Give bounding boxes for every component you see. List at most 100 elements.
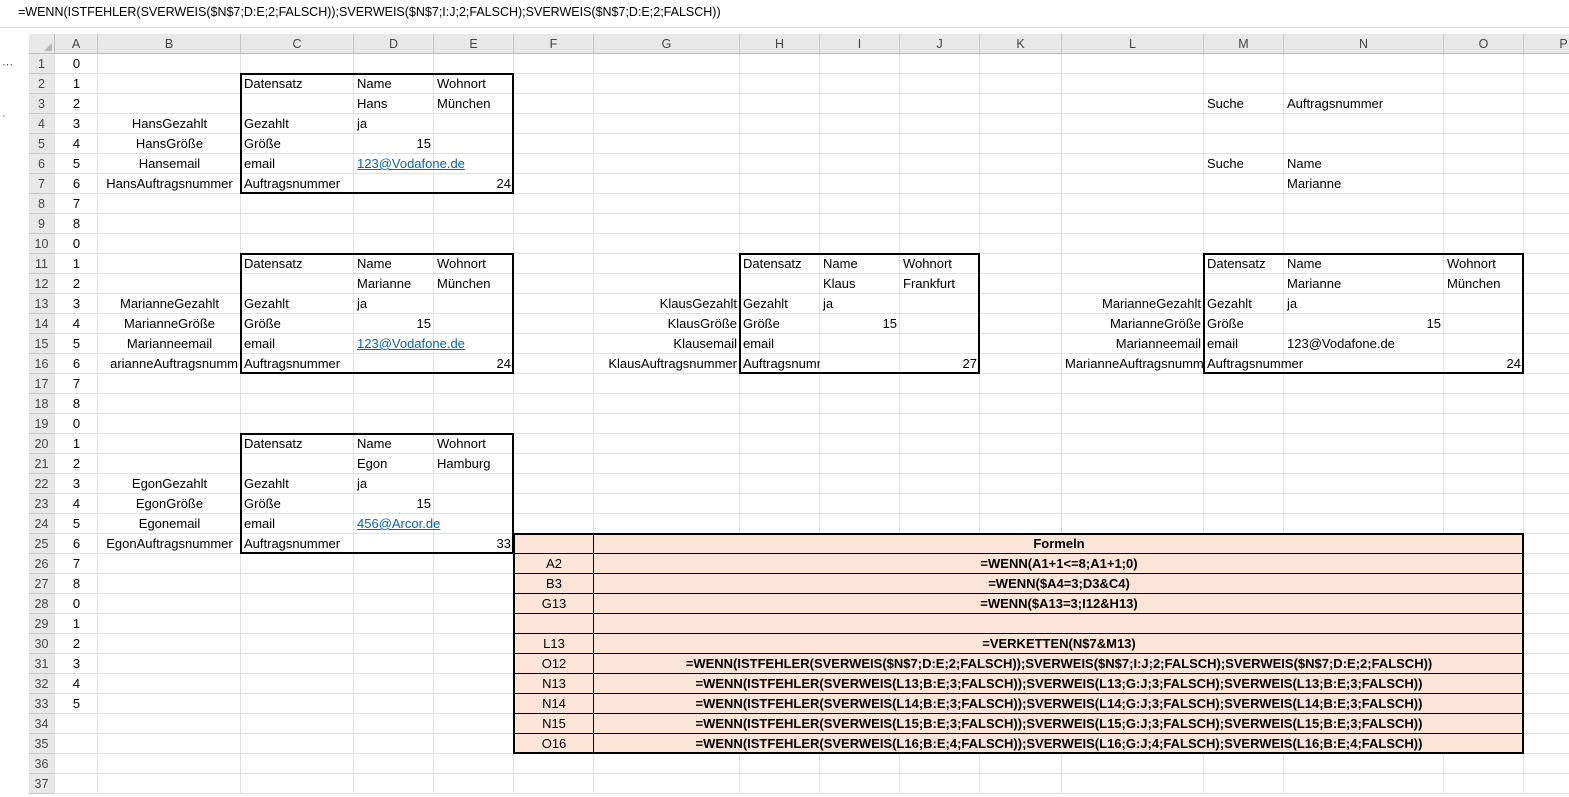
column-header-c[interactable]: C [241, 34, 354, 54]
column-header-g[interactable]: G [594, 34, 740, 54]
row-header-13[interactable]: 13 [29, 294, 55, 314]
hans-name-value[interactable]: Hans [354, 94, 434, 114]
cell-h16[interactable]: Auftragsnummer [740, 354, 820, 374]
cell-a9[interactable]: 8 [55, 214, 98, 234]
marianne-auftrag-value[interactable]: 24 [434, 354, 514, 374]
klaus-gezahlt-key[interactable]: KlausGezahlt [594, 294, 740, 314]
cell-m14[interactable]: Größe [1204, 314, 1284, 334]
cell-c23[interactable]: Größe [241, 494, 354, 514]
row-header-10[interactable]: 10 [29, 234, 55, 254]
hans-gezahlt-key[interactable]: HansGezahlt [98, 114, 241, 134]
formula-ref-8[interactable]: N14 [514, 694, 594, 714]
cell-a26[interactable]: 7 [55, 554, 98, 574]
klaus-groesse-value[interactable]: 15 [820, 314, 900, 334]
row-header-23[interactable]: 23 [29, 494, 55, 514]
cell-a29[interactable]: 1 [55, 614, 98, 634]
cell-a19[interactable]: 0 [55, 414, 98, 434]
formula-text-3[interactable]: =WENN($A13=3;I12&H13) [594, 594, 1524, 614]
egon-auftrag-value[interactable]: 33 [434, 534, 514, 554]
column-header-i[interactable]: I [820, 34, 900, 54]
marianne-name-value[interactable]: Marianne [354, 274, 434, 294]
result-auftrag-value[interactable]: 24 [1444, 354, 1524, 374]
cell-h11[interactable]: Datensatz [740, 254, 820, 274]
search-field-2[interactable]: Name [1284, 154, 1444, 174]
cell-a24[interactable]: 5 [55, 514, 98, 534]
column-header-n[interactable]: N [1284, 34, 1444, 54]
egon-name-value[interactable]: Egon [354, 454, 434, 474]
klaus-gezahlt-value[interactable]: ja [820, 294, 900, 314]
hans-groesse-key[interactable]: HansGröße [98, 134, 241, 154]
cell-c14[interactable]: Größe [241, 314, 354, 334]
cell-a31[interactable]: 3 [55, 654, 98, 674]
cell-c24[interactable]: email [241, 514, 354, 534]
row-header-24[interactable]: 24 [29, 514, 55, 534]
cell-a5[interactable]: 4 [55, 134, 98, 154]
row-header-11[interactable]: 11 [29, 254, 55, 274]
row-header-37[interactable]: 37 [29, 774, 55, 794]
cell-h15[interactable]: email [740, 334, 820, 354]
cell-a20[interactable]: 1 [55, 434, 98, 454]
klaus-wohnort-value[interactable]: Frankfurt [900, 274, 980, 294]
column-header-m[interactable]: M [1204, 34, 1284, 54]
formula-text-4[interactable] [594, 614, 1524, 634]
cell-o11[interactable]: Wohnort [1444, 254, 1524, 274]
marianne-groesse-value[interactable]: 15 [354, 314, 434, 334]
row-header-34[interactable]: 34 [29, 714, 55, 734]
column-header-l[interactable]: L [1062, 34, 1204, 54]
cell-e20[interactable]: Wohnort [434, 434, 514, 454]
cell-d2[interactable]: Name [354, 74, 434, 94]
formula-ref-5[interactable]: L13 [514, 634, 594, 654]
result-name-value[interactable]: Marianne [1284, 274, 1444, 294]
cell-c16[interactable]: Auftragsnummer [241, 354, 354, 374]
cell-c11[interactable]: Datensatz [241, 254, 354, 274]
row-header-33[interactable]: 33 [29, 694, 55, 714]
formula-ref-2[interactable]: B3 [514, 574, 594, 594]
spreadsheet[interactable]: ABCDEFGHIJKLMNOP 1 2 3 4 5 6 7 8 9 10 11 12 13 14 15 16… [29, 34, 1569, 797]
cell-a1[interactable]: 0 [55, 54, 98, 74]
hans-auftrag-value[interactable]: 24 [434, 174, 514, 194]
cell-c6[interactable]: email [241, 154, 354, 174]
result-groesse-value[interactable]: 15 [1284, 314, 1444, 334]
klaus-groesse-key[interactable]: KlausGröße [594, 314, 740, 334]
formula-ref-1[interactable]: A2 [514, 554, 594, 574]
formula-bar[interactable]: =WENN(ISTFEHLER(SVERWEIS($N$7;D:E;2;FALS… [0, 0, 1569, 28]
formula-text-9[interactable]: =WENN(ISTFEHLER(SVERWEIS(L15;B:E;3;FALSC… [594, 714, 1524, 734]
result-gezahlt-key[interactable]: MarianneGezahlt [1062, 294, 1204, 314]
row-header-36[interactable]: 36 [29, 754, 55, 774]
row-header-28[interactable]: 28 [29, 594, 55, 614]
cell-a28[interactable]: 0 [55, 594, 98, 614]
cell-c20[interactable]: Datensatz [241, 434, 354, 454]
cell-a33[interactable]: 5 [55, 694, 98, 714]
cell-a22[interactable]: 3 [55, 474, 98, 494]
formula-ref-10[interactable]: O16 [514, 734, 594, 754]
cell-a30[interactable]: 2 [55, 634, 98, 654]
row-header-19[interactable]: 19 [29, 414, 55, 434]
row-header-6[interactable]: 6 [29, 154, 55, 174]
row-header-4[interactable]: 4 [29, 114, 55, 134]
formula-ref-3[interactable]: G13 [514, 594, 594, 614]
cell-a12[interactable]: 2 [55, 274, 98, 294]
marianne-gezahlt-value[interactable]: ja [354, 294, 434, 314]
row-header-8[interactable]: 8 [29, 194, 55, 214]
row-header-14[interactable]: 14 [29, 314, 55, 334]
row-header-5[interactable]: 5 [29, 134, 55, 154]
search-label-1[interactable]: Suche [1204, 94, 1284, 114]
cell-m16[interactable]: Auftragsnummer [1204, 354, 1444, 374]
cell-j11[interactable]: Wohnort [900, 254, 980, 274]
cell-c4[interactable]: Gezahlt [241, 114, 354, 134]
hans-gezahlt-value[interactable]: ja [354, 114, 434, 134]
egon-wohnort-value[interactable]: Hamburg [434, 454, 514, 474]
cell-a17[interactable]: 7 [55, 374, 98, 394]
cell-c2[interactable]: Datensatz [241, 74, 354, 94]
cell-a14[interactable]: 4 [55, 314, 98, 334]
column-header-o[interactable]: O [1444, 34, 1524, 54]
row-header-12[interactable]: 12 [29, 274, 55, 294]
formula-text-6[interactable]: =WENN(ISTFEHLER(SVERWEIS($N$7;D:E;2;FALS… [594, 654, 1524, 674]
cell-a11[interactable]: 1 [55, 254, 98, 274]
klaus-name-value[interactable]: Klaus [820, 274, 900, 294]
egon-groesse-value[interactable]: 15 [354, 494, 434, 514]
formula-ref-7[interactable]: N13 [514, 674, 594, 694]
cell-c15[interactable]: email [241, 334, 354, 354]
formulas-title[interactable]: Formeln [594, 534, 1524, 554]
cell-h13[interactable]: Gezahlt [740, 294, 820, 314]
